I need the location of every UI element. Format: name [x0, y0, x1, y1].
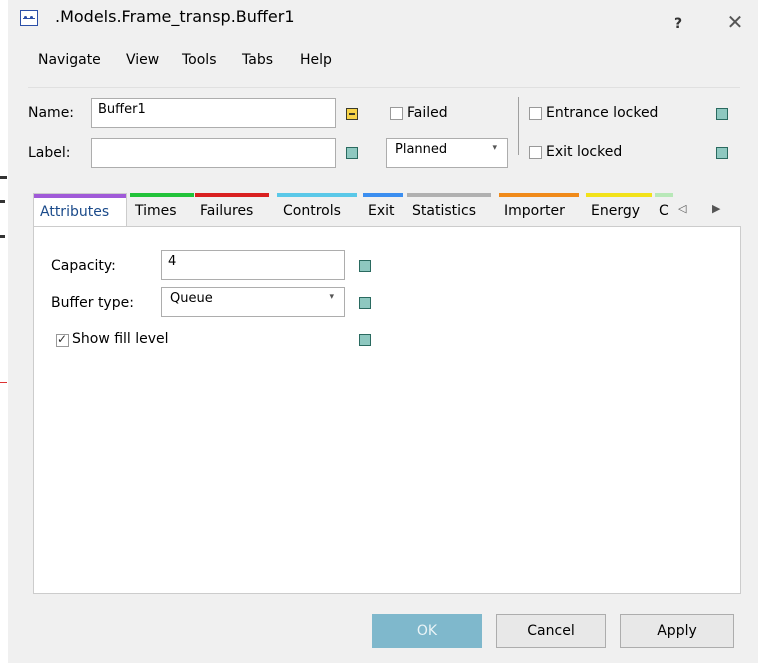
tab-exit[interactable]: Exit: [363, 193, 403, 228]
menu-separator: [28, 87, 740, 88]
background-marker: [0, 382, 7, 383]
entrance-locked-checkbox[interactable]: [529, 107, 542, 120]
chevron-down-icon: ▾: [492, 143, 497, 153]
tab-importer[interactable]: Importer: [499, 193, 579, 228]
background-app-strip: [0, 0, 8, 663]
exit-locked-checkbox[interactable]: [529, 146, 542, 159]
tab-strip: Attributes Times Failures Controls Exit …: [33, 193, 743, 228]
menu-help[interactable]: Help: [300, 52, 332, 68]
capacity-label: Capacity:: [51, 258, 116, 274]
help-button[interactable]: ?: [666, 12, 690, 36]
buffer-type-select[interactable]: Queue ▾: [161, 287, 345, 317]
name-label: Name:: [28, 105, 75, 121]
menu-view[interactable]: View: [126, 52, 159, 68]
tab-times[interactable]: Times: [130, 193, 194, 228]
background-marker: [0, 200, 5, 203]
tab-color-bar: [34, 194, 126, 198]
cancel-button[interactable]: Cancel: [496, 614, 606, 648]
background-marker: [0, 235, 5, 238]
window-title: .Models.Frame_transp.Buffer1: [55, 7, 295, 26]
tab-color-bar: [655, 193, 673, 197]
buffer-type-label: Buffer type:: [51, 295, 134, 311]
show-fill-level-checkbox[interactable]: [56, 332, 69, 347]
show-fill-level-indicator-icon[interactable]: [359, 334, 371, 346]
entrance-locked-indicator-icon[interactable]: [716, 108, 728, 120]
show-fill-level-label: Show fill level: [72, 331, 169, 347]
buffer-type-select-value: Queue: [170, 291, 213, 306]
menu-navigate[interactable]: Navigate: [38, 52, 101, 68]
apply-button[interactable]: Apply: [620, 614, 734, 648]
exit-locked-label: Exit locked: [546, 144, 623, 160]
tab-color-bar: [499, 193, 579, 197]
exit-locked-indicator-icon[interactable]: [716, 147, 728, 159]
planned-select[interactable]: Planned ▾: [386, 138, 508, 168]
planned-select-value: Planned: [395, 142, 448, 157]
tab-attributes[interactable]: Attributes: [33, 193, 127, 228]
name-indicator-icon[interactable]: [346, 108, 358, 120]
failed-label: Failed: [407, 105, 448, 121]
tab-color-bar: [363, 193, 403, 197]
ok-button[interactable]: OK: [372, 614, 482, 648]
tab-controls[interactable]: Controls: [277, 193, 357, 228]
tab-energy-label: Energy: [591, 203, 641, 219]
chevron-down-icon: ▾: [329, 292, 334, 302]
header-separator: [518, 97, 519, 155]
tab-energy[interactable]: Energy: [586, 193, 652, 228]
label-field[interactable]: [91, 138, 336, 168]
tab-color-bar: [277, 193, 357, 197]
close-button[interactable]: ✕: [723, 10, 747, 34]
tab-importer-label: Importer: [504, 203, 565, 219]
tab-scroll-right-icon[interactable]: ▶: [712, 202, 720, 215]
tab-color-bar: [195, 193, 269, 197]
menu-tabs[interactable]: Tabs: [242, 52, 273, 68]
buffer-object-icon: [20, 10, 38, 26]
tab-overflow[interactable]: C: [655, 193, 673, 228]
label-label: Label:: [28, 145, 71, 161]
entrance-locked-label: Entrance locked: [546, 105, 659, 121]
tab-overflow-label: C: [659, 203, 669, 219]
capacity-indicator-icon[interactable]: [359, 260, 371, 272]
tab-failures[interactable]: Failures: [195, 193, 269, 228]
tab-failures-label: Failures: [200, 203, 254, 219]
tab-times-label: Times: [135, 203, 177, 219]
tab-statistics-label: Statistics: [412, 203, 476, 219]
tab-statistics[interactable]: Statistics: [407, 193, 491, 228]
name-field[interactable]: Buffer1: [91, 98, 336, 128]
attributes-panel: [33, 226, 741, 594]
failed-checkbox[interactable]: [390, 107, 403, 120]
menu-tools[interactable]: Tools: [182, 52, 217, 68]
tab-scroll-left-icon[interactable]: ◁: [678, 202, 686, 215]
tab-color-bar: [586, 193, 652, 197]
buffer-type-indicator-icon[interactable]: [359, 297, 371, 309]
tab-color-bar: [130, 193, 194, 197]
tab-attributes-label: Attributes: [40, 204, 110, 220]
tab-exit-label: Exit: [368, 203, 395, 219]
background-marker: [0, 176, 7, 179]
tab-color-bar: [407, 193, 491, 197]
capacity-field[interactable]: 4: [161, 250, 345, 280]
label-indicator-icon[interactable]: [346, 147, 358, 159]
tab-controls-label: Controls: [283, 203, 341, 219]
